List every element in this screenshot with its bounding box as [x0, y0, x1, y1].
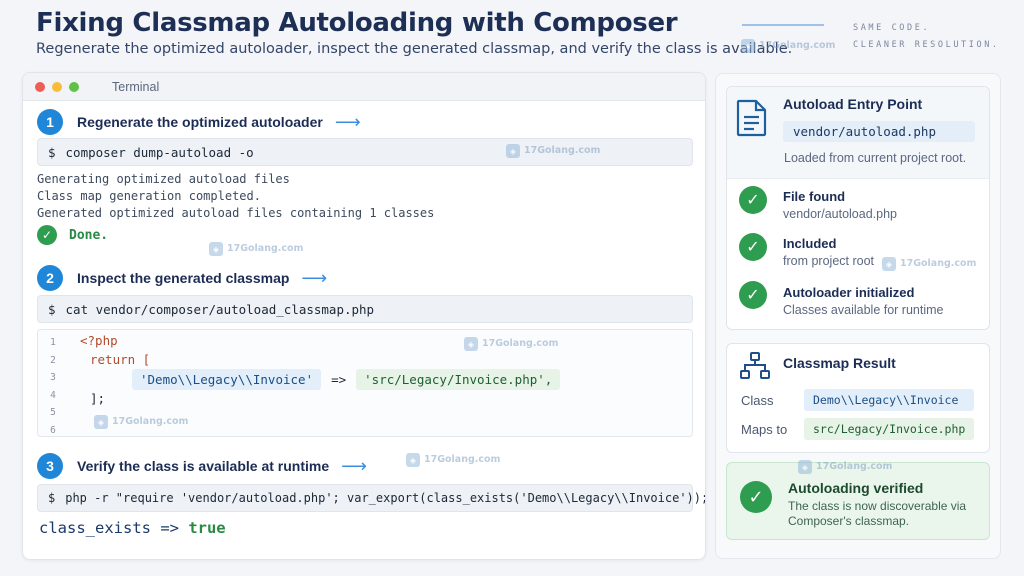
step-2-header: 2 Inspect the generated classmap ⟶: [37, 265, 327, 291]
check-icon: ✓: [37, 225, 57, 245]
command-text: composer dump-autoload -o: [65, 144, 254, 160]
check-icon: ✓: [740, 481, 772, 513]
done-status: ✓ Done.: [37, 225, 108, 245]
check-icon: ✓: [739, 233, 767, 261]
step-1-header: 1 Regenerate the optimized autoloader ⟶: [37, 109, 361, 135]
terminal-titlebar: Terminal: [23, 73, 705, 101]
classmap-result-title: Classmap Result: [783, 355, 896, 371]
verified-title: Autoloading verified: [788, 480, 924, 496]
maps-to-value: src/Legacy/Invoice.php: [804, 418, 974, 440]
command-text: php -r "require 'vendor/autoload.php'; v…: [65, 491, 706, 505]
step-label: Inspect the generated classmap: [77, 270, 290, 286]
check-icon: ✓: [739, 186, 767, 214]
prompt-symbol: $: [48, 491, 56, 505]
result-prefix: class_exists =>: [39, 519, 189, 537]
output-line: Class map generation completed.: [37, 189, 261, 203]
class-key-string: 'Demo\\Legacy\\Invoice': [132, 369, 322, 390]
step-number: 2: [37, 265, 63, 291]
done-label: Done.: [69, 227, 109, 243]
code-array-close: ];: [90, 391, 106, 406]
check-title-included: Included: [783, 236, 837, 251]
minimize-window-dot[interactable]: [52, 81, 62, 92]
command-line-3[interactable]: $ php -r "require 'vendor/autoload.php'; …: [37, 484, 705, 512]
step-number: 1: [37, 109, 63, 135]
result-value: true: [188, 519, 226, 537]
check-detail-file-found: vendor/autoload.php: [783, 207, 897, 221]
line-number: 4: [50, 389, 56, 401]
maximize-window-dot[interactable]: [69, 81, 79, 92]
output-line: Generating optimized autoload files: [37, 172, 290, 186]
arrow-right-icon: ⟶: [341, 456, 367, 476]
terminal-title: Terminal: [112, 79, 160, 94]
tagline-divider: [742, 24, 824, 26]
command-output: Generating optimized autoload files Class…: [37, 171, 434, 222]
maps-to-label: Maps to: [741, 422, 788, 437]
arrow-right-icon: ⟶: [334, 112, 361, 132]
tagline-line-2: CLEANER RESOLUTION.: [853, 40, 1000, 50]
line-number: 6: [50, 424, 56, 436]
check-title-file-found: File found: [783, 189, 846, 204]
tagline: SAME CODE. CLEANER RESOLUTION.: [853, 20, 1000, 54]
prompt-symbol: $: [48, 144, 56, 160]
command-text: cat vendor/composer/autoload_classmap.ph…: [65, 301, 375, 317]
entry-point-file: vendor/autoload.php: [783, 121, 975, 142]
code-return-statement: return [: [90, 352, 151, 367]
check-title-autoloader: Autoloader initialized: [783, 285, 915, 300]
close-window-dot[interactable]: [35, 81, 45, 92]
tagline-line-1: SAME CODE.: [853, 23, 931, 33]
output-line: Generated optimized autoload files conta…: [37, 206, 435, 220]
document-icon: [736, 99, 767, 137]
entry-point-note: Loaded from current project root.: [784, 151, 967, 165]
hierarchy-icon: [740, 352, 770, 379]
line-number: 2: [50, 354, 56, 366]
check-detail-autoloader: Classes available for runtime: [783, 303, 944, 317]
page-title: Fixing Classmap Autoloading with Compose…: [36, 8, 678, 38]
verified-text: The class is now discoverable via Compos…: [788, 499, 967, 528]
line-number: 1: [50, 337, 56, 348]
class-value: Demo\\Legacy\\Invoice: [804, 389, 974, 411]
line-number-gutter: 1 2 3 4 5 6: [38, 334, 68, 440]
class-label: Class: [741, 393, 774, 408]
step-3-header: 3 Verify the class is available at runti…: [37, 453, 367, 479]
path-value-string: 'src/Legacy/Invoice.php',: [356, 369, 561, 390]
check-detail-included: from project root: [783, 254, 875, 268]
arrow-operator: =>: [331, 372, 347, 387]
page-subtitle: Regenerate the optimized autoloader, ins…: [36, 41, 793, 57]
classmap-code-block: 1 2 3 4 5 6 <?php return [ 'Demo\\Legacy…: [37, 329, 693, 437]
command-line-1[interactable]: $ composer dump-autoload -o: [37, 138, 693, 166]
line-number: 3: [50, 372, 56, 384]
command-line-2[interactable]: $ cat vendor/composer/autoload_classmap.p…: [37, 295, 693, 323]
prompt-symbol: $: [48, 301, 56, 317]
terminal-window: Terminal 1 Regenerate the optimized auto…: [22, 72, 706, 560]
code-php-open-tag: <?php: [80, 333, 118, 348]
code-classmap-entry: 'Demo\\Legacy\\Invoice' => 'src/Legacy/Inv…: [132, 369, 561, 390]
arrow-right-icon: ⟶: [301, 268, 328, 288]
line-number: 5: [50, 407, 56, 419]
check-icon: ✓: [739, 281, 767, 309]
step-label: Verify the class is available at runtime: [77, 458, 330, 474]
entry-point-title: Autoload Entry Point: [783, 96, 923, 112]
step-number: 3: [37, 453, 63, 479]
step-label: Regenerate the optimized autoloader: [77, 114, 323, 130]
runtime-result: class_exists => true: [39, 519, 226, 537]
